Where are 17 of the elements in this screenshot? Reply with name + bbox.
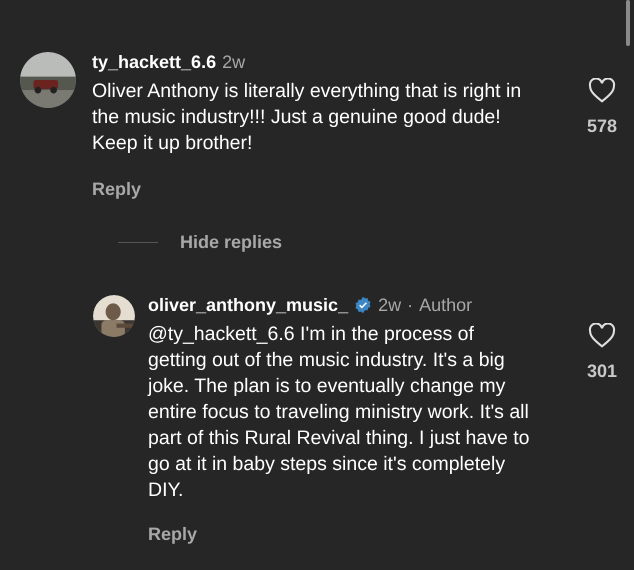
timestamp: 2w	[222, 51, 246, 74]
like-count: 578	[586, 115, 618, 138]
hide-replies-button[interactable]: Hide replies	[180, 229, 282, 256]
reply-button[interactable]: Reply	[92, 176, 142, 203]
username[interactable]: oliver_anthony_music_	[148, 293, 348, 317]
scrollbar[interactable]	[626, 0, 630, 46]
reply-button[interactable]: Reply	[148, 521, 198, 548]
heart-icon[interactable]	[588, 323, 616, 348]
author-label: Author	[419, 294, 472, 317]
comment-text: Oliver Anthony is literally everything that is right in the music industry!!! Just a genuine good dude! Keep it up brother!	[92, 79, 522, 156]
heart-icon[interactable]	[588, 78, 616, 103]
separator: ·	[407, 294, 414, 317]
username[interactable]: ty_hackett_6.6	[92, 50, 216, 74]
like-count: 301	[586, 360, 618, 383]
timestamp: 2w	[378, 294, 402, 317]
verified-badge-icon	[354, 296, 372, 314]
comment-text: @ty_hackett_6.6 I'm in the process of getting out of the music industry. It's a big joke. The plan is to eventually change my entire focus to traveling ministry work. It's all part of this Rural Revival thing. I just have to go at it in baby steps since it's completely DIY.	[148, 322, 531, 503]
